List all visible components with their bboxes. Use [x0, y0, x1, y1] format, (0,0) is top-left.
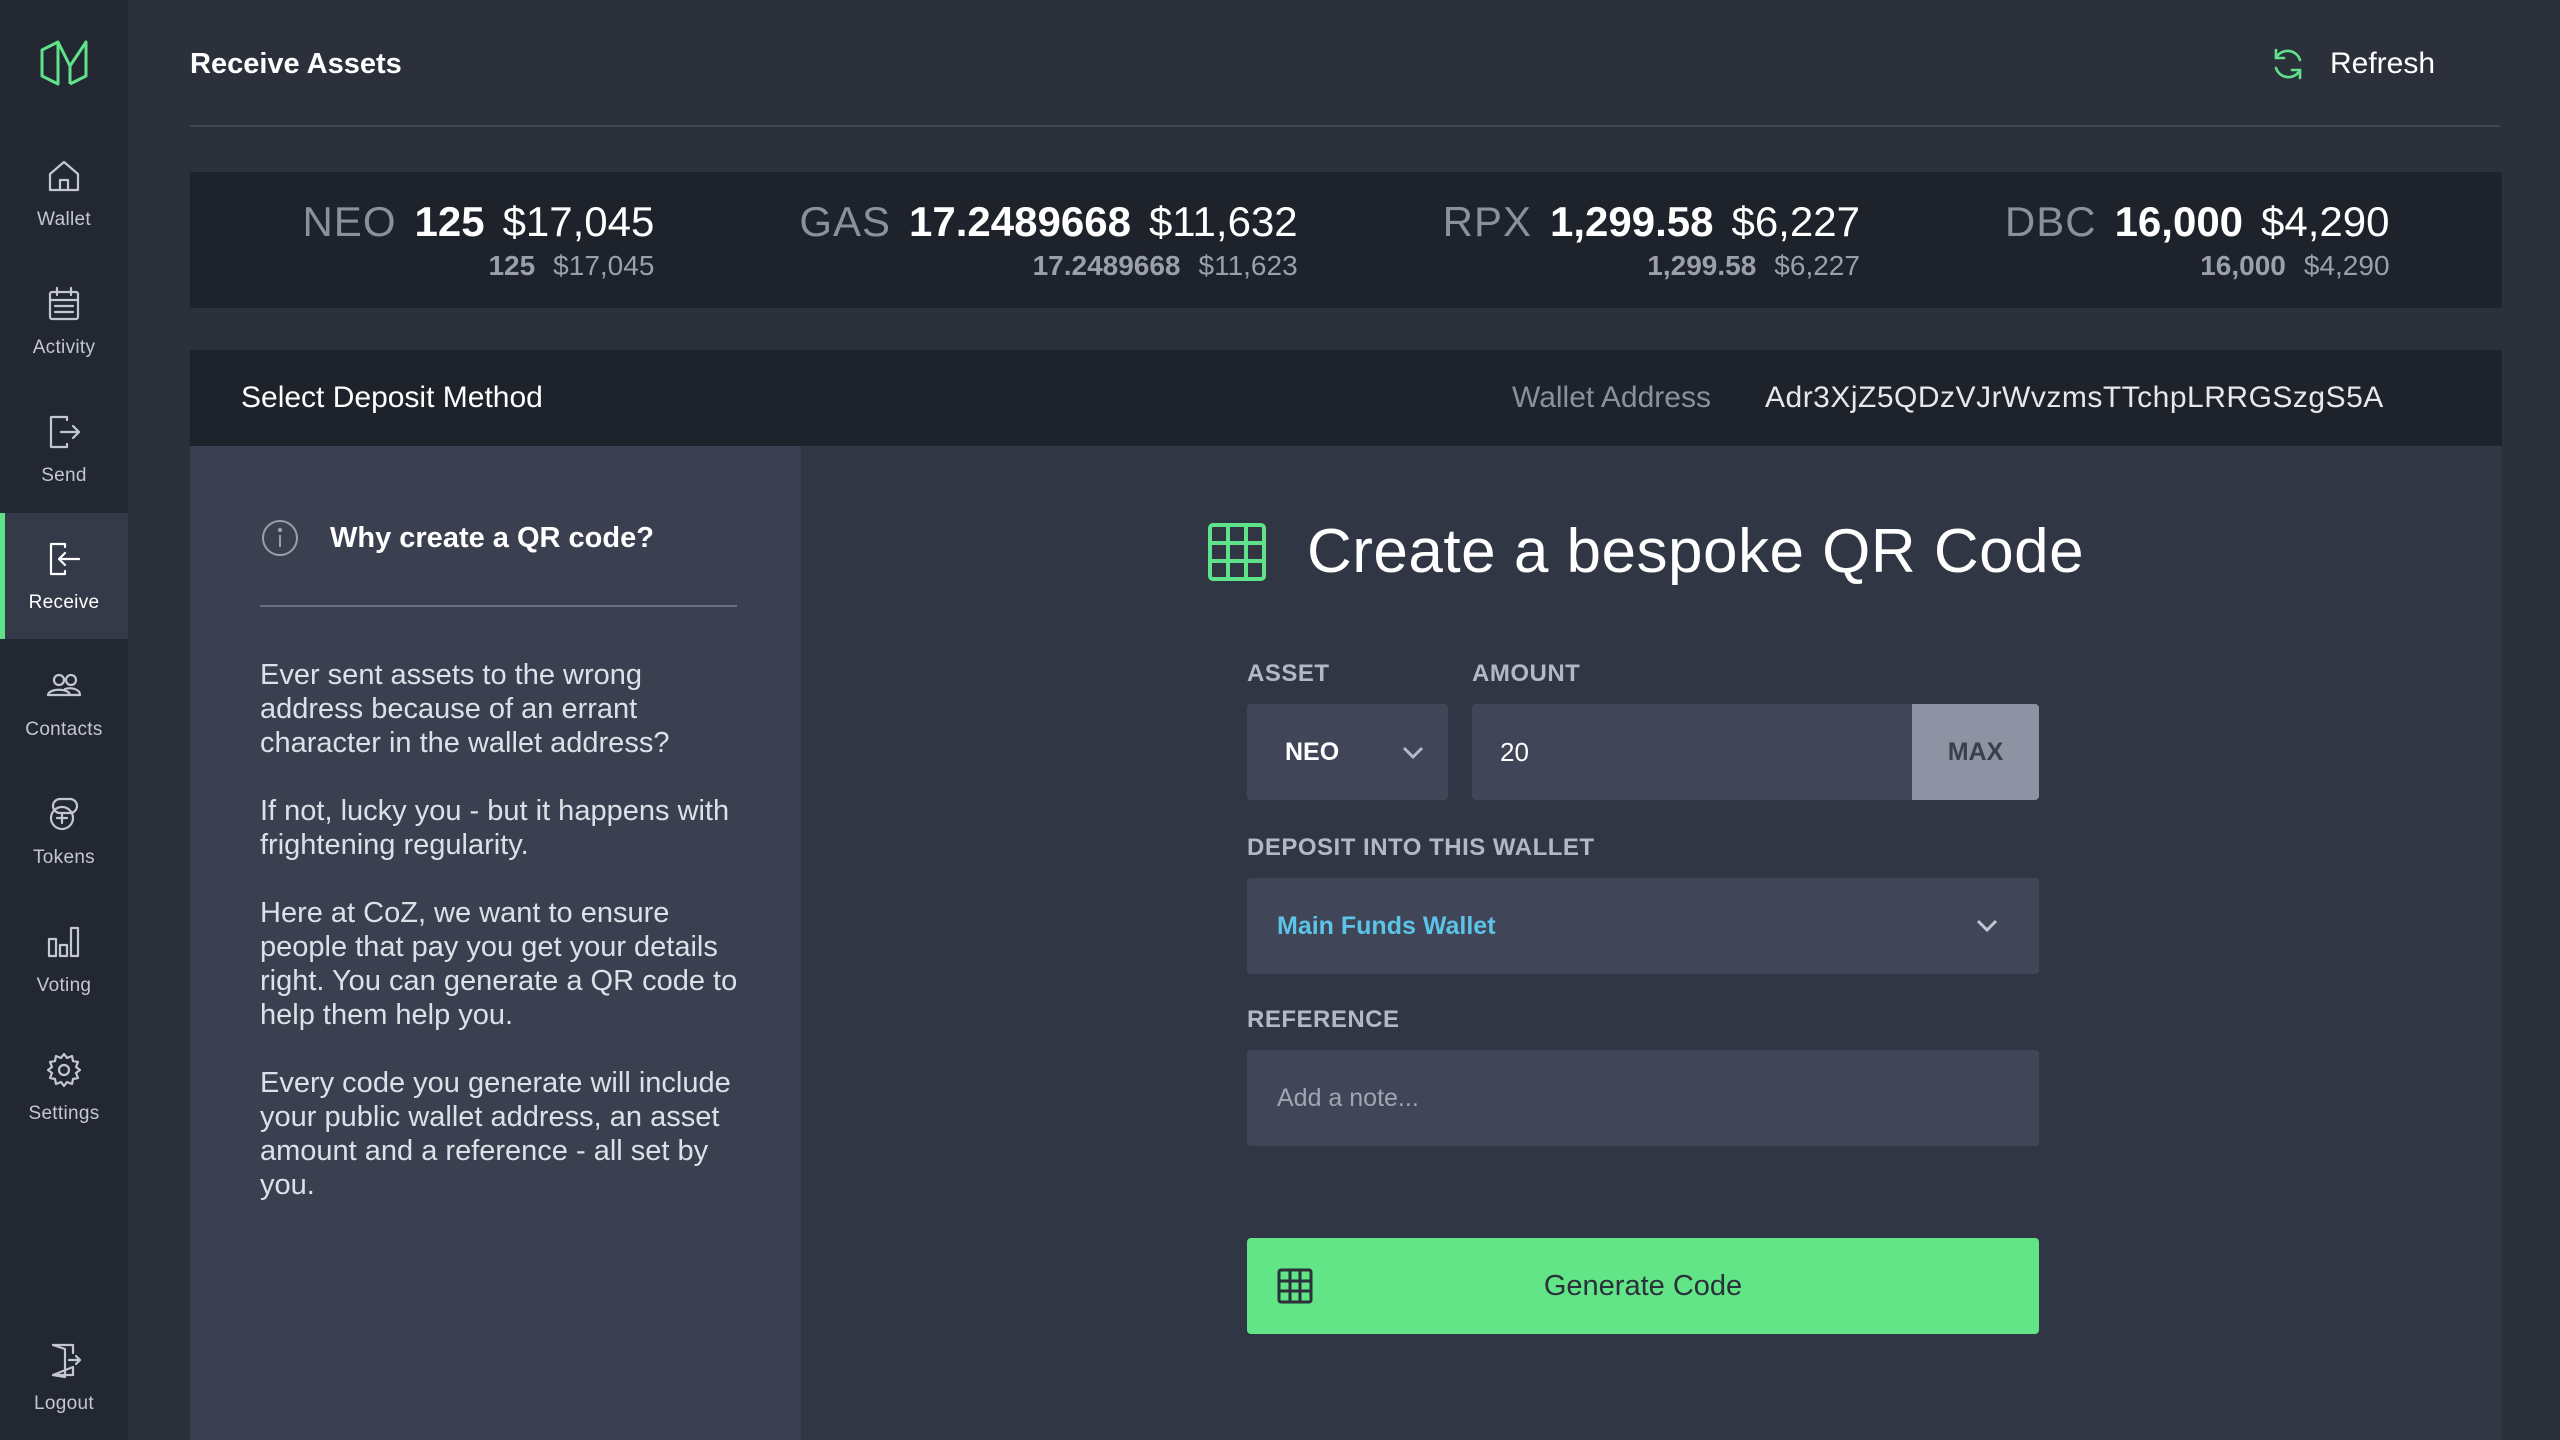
- balance-sub-usd: $4,290: [2303, 250, 2390, 281]
- wallet-address-label: Wallet Address: [1512, 381, 1711, 414]
- info-icon: [262, 520, 298, 556]
- info-heading-text: Why create a QR code?: [330, 521, 654, 554]
- deposit-method-title: Select Deposit Method: [241, 381, 543, 414]
- logout-label: Logout: [34, 1393, 94, 1414]
- balance-usd: $4,290: [2261, 198, 2390, 245]
- refresh-label: Refresh: [2330, 47, 2436, 80]
- wallet-select-label: DEPOSIT INTO THIS WALLET: [1247, 834, 1595, 861]
- sidebar-item-settings[interactable]: Settings: [0, 1024, 128, 1150]
- info-text: Ever sent assets to the wrong address be…: [260, 658, 740, 1236]
- sidebar-item-label: Activity: [32, 337, 96, 358]
- balance-sub-amount: 17.2489668: [1032, 250, 1181, 281]
- sidebar-item-label: Tokens: [32, 847, 95, 868]
- wallet-address[interactable]: Adr3XjZ5QDzVJrWvzmsTTchpLRRGSzgS5A: [1765, 381, 2384, 415]
- asset-select[interactable]: NEO: [1247, 704, 1448, 800]
- balance-symbol: RPX: [1442, 198, 1532, 245]
- amount-label: AMOUNT: [1472, 660, 1581, 687]
- balance-sub-usd: $11,623: [1198, 250, 1298, 281]
- logout-button[interactable]: Logout: [0, 1314, 128, 1440]
- logout-icon: [51, 1343, 82, 1379]
- generate-code-label: Generate Code: [1543, 1269, 1743, 1302]
- balance-neo: NEO 125 $17,045 125 $17,045: [302, 198, 654, 282]
- send-icon: [49, 415, 81, 449]
- sidebar-item-contacts[interactable]: Contacts: [0, 640, 128, 766]
- sidebar-item-receive[interactable]: Receive: [0, 513, 128, 639]
- balance-amount: 17.2489668: [909, 198, 1131, 245]
- sidebar-item-label: Contacts: [25, 719, 103, 740]
- wallet-select-value: Main Funds Wallet: [1277, 911, 1496, 940]
- info-paragraph: Ever sent assets to the wrong address be…: [260, 659, 670, 759]
- info-heading: Why create a QR code?: [260, 518, 654, 558]
- balance-usd: $17,045: [502, 198, 655, 245]
- qr-heading: Create a bespoke QR Code: [1207, 516, 2084, 587]
- refresh-icon: [2274, 48, 2302, 80]
- balance-sub-amount: 1,299.58: [1647, 250, 1757, 281]
- balance-sub-amount: 125: [488, 250, 536, 281]
- sidebar-item-label: Send: [41, 465, 87, 486]
- info-panel: Why create a QR code? Ever sent assets t…: [190, 446, 801, 1440]
- balance-dbc: DBC 16,000 $4,290 16,000 $4,290: [2005, 198, 2390, 282]
- gear-icon: [46, 1052, 82, 1088]
- receive-icon: [49, 542, 81, 576]
- balance-gas: GAS 17.2489668 $11,632 17.2489668 $11,62…: [799, 198, 1297, 282]
- balance-usd: $6,227: [1731, 198, 1860, 245]
- max-button[interactable]: MAX: [1912, 704, 2039, 800]
- balance-sub-amount: 16,000: [2200, 250, 2286, 281]
- qr-grid-icon: [1277, 1268, 1313, 1304]
- sidebar-item-label: Voting: [36, 975, 92, 996]
- neon-logo-icon[interactable]: [36, 36, 92, 92]
- chevron-down-icon: [1402, 746, 1424, 760]
- home-icon: [48, 160, 80, 192]
- reference-label: REFERENCE: [1247, 1006, 1400, 1033]
- wallet-select[interactable]: Main Funds Wallet: [1247, 878, 2039, 974]
- sidebar-item-activity[interactable]: Activity: [0, 258, 128, 384]
- info-divider: [260, 605, 737, 607]
- deposit-method-bar: Select Deposit Method Wallet Address Adr…: [190, 350, 2502, 446]
- sidebar-item-send[interactable]: Send: [0, 386, 128, 512]
- amount-input[interactable]: [1472, 704, 1912, 800]
- contacts-icon: [46, 673, 82, 697]
- info-paragraph: If not, lucky you - but it happens with …: [260, 795, 730, 861]
- balance-symbol: GAS: [799, 198, 892, 245]
- sidebar-item-wallet[interactable]: Wallet: [0, 130, 128, 256]
- chevron-down-icon: [1976, 919, 1998, 933]
- balance-sub-usd: $6,227: [1774, 250, 1860, 281]
- app-root: Wallet Activity Send Receive Contacts To…: [0, 0, 2560, 1440]
- balance-symbol: NEO: [302, 198, 397, 245]
- header-divider: [190, 125, 2500, 127]
- qr-panel: Create a bespoke QR Code ASSET AMOUNT NE…: [801, 446, 2502, 1440]
- balance-bar: NEO 125 $17,045 125 $17,045 GAS 17.24896…: [190, 172, 2502, 308]
- generate-code-button[interactable]: Generate Code: [1247, 1238, 2039, 1334]
- sidebar-item-label: Wallet: [37, 209, 91, 230]
- balance-rpx: RPX 1,299.58 $6,227 1,299.58 $6,227: [1443, 198, 1860, 282]
- info-paragraph: Here at CoZ, we want to ensure people th…: [260, 897, 738, 1031]
- bar-chart-icon: [47, 926, 80, 958]
- qr-grid-icon: [1208, 522, 1266, 581]
- asset-label: ASSET: [1247, 660, 1330, 687]
- calendar-icon: [48, 286, 80, 321]
- info-paragraph: Every code you generate will include you…: [260, 1067, 731, 1201]
- sidebar-item-label: Receive: [28, 592, 100, 613]
- balance-amount: 16,000: [2114, 198, 2244, 245]
- sidebar: Wallet Activity Send Receive Contacts To…: [0, 0, 128, 1440]
- balance-amount: 125: [414, 198, 485, 245]
- sidebar-item-tokens[interactable]: Tokens: [0, 768, 128, 894]
- refresh-button[interactable]: Refresh: [2268, 44, 2435, 84]
- tokens-icon: [49, 797, 79, 831]
- balance-symbol: DBC: [2004, 198, 2097, 245]
- sidebar-item-voting[interactable]: Voting: [0, 896, 128, 1022]
- sidebar-item-label: Settings: [28, 1103, 100, 1124]
- balance-usd: $11,632: [1148, 198, 1298, 245]
- asset-select-value: NEO: [1285, 737, 1340, 766]
- page-title: Receive Assets: [190, 48, 402, 80]
- reference-input[interactable]: [1247, 1050, 2039, 1146]
- balance-amount: 1,299.58: [1549, 198, 1714, 245]
- balance-sub-usd: $17,045: [553, 250, 655, 281]
- qr-heading-text: Create a bespoke QR Code: [1307, 517, 2085, 586]
